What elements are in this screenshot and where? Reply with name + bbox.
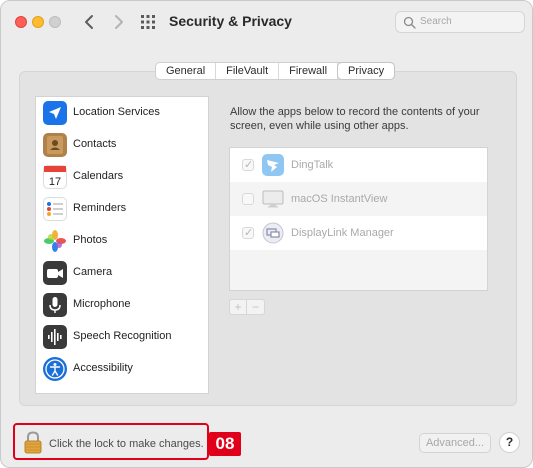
- advanced-button[interactable]: Advanced...: [419, 433, 491, 453]
- app-checkbox[interactable]: ✓: [242, 227, 254, 239]
- close-window-button[interactable]: [15, 16, 27, 28]
- app-checkbox[interactable]: [242, 193, 254, 205]
- sidebar-item-speech-recognition[interactable]: Speech Recognition: [36, 321, 208, 353]
- sidebar-item-label: Calendars: [73, 170, 124, 182]
- speech-waveform-icon: [43, 325, 67, 349]
- minimize-window-button[interactable]: [32, 16, 44, 28]
- sidebar-item-label: Speech Recognition: [73, 330, 172, 342]
- sidebar-item-label: Microphone: [73, 298, 131, 310]
- tab-bar: General FileVault Firewall Privacy: [155, 62, 396, 80]
- reminders-icon: [43, 197, 67, 221]
- privacy-category-list: Location Services Contacts 17 Calendars: [35, 96, 209, 394]
- app-row-macos-instantview[interactable]: macOS InstantView: [230, 182, 487, 216]
- sidebar-item-calendars[interactable]: 17 Calendars: [36, 161, 208, 193]
- show-all-grid-icon[interactable]: [140, 14, 156, 30]
- lock-message: Click the lock to make changes.: [49, 438, 204, 450]
- lock-area[interactable]: Click the lock to make changes.: [13, 423, 209, 460]
- search-icon: [403, 16, 416, 29]
- calendar-icon: 17: [43, 165, 67, 189]
- sidebar-item-label: Camera: [73, 266, 113, 278]
- app-list-empty-row: [230, 250, 487, 290]
- window-title: Security & Privacy: [169, 13, 292, 29]
- app-row-displaylink-manager[interactable]: ✓ DisplayLink Manager: [230, 216, 487, 250]
- title-bar: Security & Privacy Search: [1, 1, 532, 43]
- location-arrow-icon: [43, 101, 67, 125]
- add-remove-control: + −: [229, 299, 265, 315]
- sidebar-item-label: Location Services: [73, 106, 160, 118]
- sidebar-item-camera[interactable]: Camera: [36, 257, 208, 289]
- sidebar-item-location-services[interactable]: Location Services: [36, 97, 208, 129]
- sidebar-item-label: Reminders: [73, 202, 127, 214]
- tab-firewall[interactable]: Firewall: [279, 63, 339, 79]
- sidebar-item-label: Accessibility: [73, 362, 133, 374]
- tab-general[interactable]: General: [156, 63, 217, 79]
- security-privacy-window: Security & Privacy Search General FileVa…: [0, 0, 533, 468]
- help-button[interactable]: ?: [499, 432, 520, 453]
- sidebar-item-microphone[interactable]: Microphone: [36, 289, 208, 321]
- app-name: DingTalk: [291, 159, 334, 171]
- monitor-icon: [261, 187, 285, 211]
- sidebar-item-photos[interactable]: Photos: [36, 225, 208, 257]
- tab-privacy[interactable]: Privacy: [338, 63, 395, 79]
- app-name: DisplayLink Manager: [291, 227, 394, 239]
- calendar-day-text: 17: [49, 176, 61, 188]
- zoom-window-button[interactable]: [49, 16, 61, 28]
- displaylink-icon: [261, 221, 285, 245]
- sidebar-item-contacts[interactable]: Contacts: [36, 129, 208, 161]
- back-arrow-icon[interactable]: [80, 11, 100, 33]
- sidebar-item-accessibility[interactable]: Accessibility: [36, 353, 208, 385]
- accessibility-icon: [43, 357, 67, 381]
- tab-filevault[interactable]: FileVault: [216, 63, 280, 79]
- dingtalk-icon: [261, 153, 285, 177]
- add-app-button[interactable]: +: [230, 300, 247, 314]
- sidebar-item-label: Contacts: [73, 138, 117, 150]
- app-name: macOS InstantView: [291, 193, 388, 205]
- screen-recording-description: Allow the apps below to record the conte…: [230, 106, 480, 132]
- search-placeholder: Search: [420, 16, 452, 27]
- microphone-icon: [43, 293, 67, 317]
- forward-arrow-icon[interactable]: [109, 11, 129, 33]
- sidebar-item-label: Photos: [73, 234, 108, 246]
- app-checkbox[interactable]: ✓: [242, 159, 254, 171]
- camera-icon: [43, 261, 67, 285]
- app-list: ✓ DingTalk macOS InstantView ✓ DisplayLi…: [229, 147, 488, 291]
- sidebar-item-reminders[interactable]: Reminders: [36, 193, 208, 225]
- photos-icon: [43, 229, 67, 253]
- search-field[interactable]: Search: [395, 11, 525, 33]
- step-badge: 08: [209, 432, 241, 456]
- app-row-dingtalk[interactable]: ✓ DingTalk: [230, 148, 487, 182]
- remove-app-button[interactable]: −: [247, 300, 264, 314]
- lock-icon[interactable]: [24, 431, 42, 454]
- contacts-icon: [43, 133, 67, 157]
